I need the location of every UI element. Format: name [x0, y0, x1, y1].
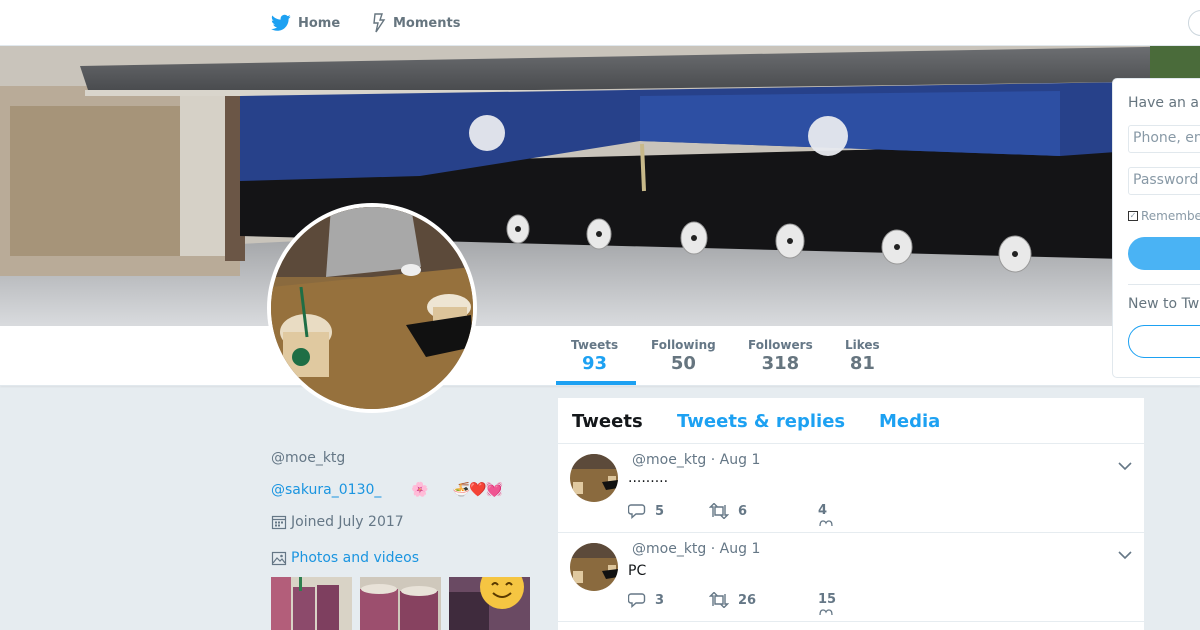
stat-following-label: Following [651, 338, 716, 352]
photo-thumbnail[interactable] [449, 577, 530, 630]
photo-thumbnail[interactable] [271, 577, 352, 630]
chevron-down-icon[interactable] [1118, 545, 1132, 564]
tweet[interactable]: @moe_ktg · Aug 1 PC 3 26 15 [558, 533, 1144, 622]
header-banner-photo [0, 46, 1200, 326]
tweet-meta: @moe_ktg · Aug 1 [632, 452, 761, 468]
tweet-avatar[interactable] [570, 454, 618, 502]
lightning-bolt-icon [373, 13, 386, 33]
tab-tweets-and-replies[interactable]: Tweets & replies [677, 411, 845, 432]
reply-icon [628, 504, 646, 519]
joined-date: Joined July 2017 [271, 514, 404, 530]
tweet-text: ········· [628, 474, 669, 490]
tab-media[interactable]: Media [879, 411, 940, 432]
stat-following[interactable]: Following 50 [651, 338, 716, 374]
reply-button[interactable]: 5 [628, 503, 664, 519]
stat-likes-value: 81 [849, 353, 875, 374]
reply-count: 3 [655, 592, 665, 608]
reply-count: 5 [655, 503, 665, 519]
chevron-down-icon[interactable] [1118, 456, 1132, 475]
like-count: 4 [818, 503, 828, 518]
stat-tweets-label: Tweets [571, 338, 619, 352]
retweet-button[interactable]: 6 [709, 503, 747, 519]
stat-followers-label: Followers [748, 338, 813, 352]
photos-label: Photos and videos [291, 550, 420, 566]
active-stat-underline [556, 381, 636, 385]
retweet-icon [709, 503, 729, 519]
photo-thumbnail[interactable] [360, 577, 441, 630]
tweet[interactable]: @moe_ktg · Aug 1 ········· 5 6 4 [558, 444, 1144, 533]
login-heading: Have an a [1128, 95, 1199, 111]
photo-thumbnails [271, 577, 530, 630]
stat-likes[interactable]: Likes 81 [845, 338, 880, 374]
nav-home-label: Home [298, 15, 341, 31]
phone-email-field[interactable]: Phone, en [1128, 125, 1200, 153]
bio-mention-link[interactable]: @sakura_0130_ [271, 482, 381, 498]
tweet-avatar[interactable] [570, 543, 618, 591]
remember-me[interactable]: ✓ Remembe [1128, 209, 1200, 223]
login-button[interactable] [1128, 237, 1200, 270]
login-divider [1128, 284, 1200, 285]
tweet-meta: @moe_ktg · Aug 1 [632, 541, 761, 557]
profile-handle[interactable]: @moe_ktg [271, 450, 345, 466]
nav-moments-label: Moments [393, 15, 461, 31]
reply-icon [628, 593, 646, 608]
like-button[interactable]: 15 [818, 592, 836, 607]
calendar-icon [271, 514, 287, 530]
nav-home[interactable]: Home [271, 0, 340, 46]
retweet-count: 26 [738, 592, 757, 608]
login-panel: Have an a Phone, en Password ✓ Remembe N… [1112, 78, 1200, 378]
heart-icon[interactable] [818, 520, 834, 526]
stat-likes-label: Likes [845, 338, 880, 352]
retweet-button[interactable]: 26 [709, 592, 756, 608]
heart-icon[interactable] [818, 609, 834, 615]
stat-tweets-value: 93 [582, 353, 608, 374]
remember-label: Remembe [1141, 209, 1200, 223]
search-field-edge[interactable] [1188, 10, 1200, 36]
bio-emoji-group: 🍜❤️💓 [452, 482, 503, 498]
tab-tweets[interactable]: Tweets [572, 411, 643, 432]
tweet-actions: 5 6 4 [628, 503, 928, 526]
profile-avatar[interactable] [267, 203, 477, 413]
like-count: 15 [818, 592, 837, 607]
timeline: Tweets Tweets & replies Media @moe_ktg ·… [557, 397, 1145, 630]
stat-tweets[interactable]: Tweets 93 [571, 338, 618, 374]
timeline-tabs: Tweets Tweets & replies Media [558, 398, 1144, 444]
reply-button[interactable]: 3 [628, 592, 664, 608]
top-nav: Home Moments [0, 0, 1200, 46]
image-icon [271, 550, 287, 566]
like-button[interactable]: 4 [818, 503, 827, 518]
profile-bio: @sakura_0130_ 🌸 🍜❤️💓 [271, 482, 503, 498]
retweet-icon [709, 592, 729, 608]
new-to-twitter-label: New to Tw [1128, 296, 1200, 312]
profile-nav: Tweets 93 Following 50 Followers 318 Lik… [0, 326, 1200, 386]
retweet-count: 6 [738, 503, 748, 519]
twitter-bird-icon [271, 14, 291, 31]
stat-followers[interactable]: Followers 318 [748, 338, 813, 374]
stat-following-value: 50 [670, 353, 696, 374]
tweet-text: PC [628, 563, 647, 579]
remember-checkbox[interactable]: ✓ [1128, 211, 1138, 221]
bio-emoji-cherry-blossom: 🌸 [411, 482, 429, 498]
tweet-actions: 3 26 15 [628, 592, 928, 615]
joined-label: Joined July 2017 [291, 514, 404, 530]
nav-moments[interactable]: Moments [372, 0, 460, 46]
signup-button[interactable] [1128, 325, 1200, 358]
password-field[interactable]: Password [1128, 167, 1200, 195]
photos-and-videos-link[interactable]: Photos and videos [271, 550, 419, 566]
stat-followers-value: 318 [761, 353, 800, 374]
